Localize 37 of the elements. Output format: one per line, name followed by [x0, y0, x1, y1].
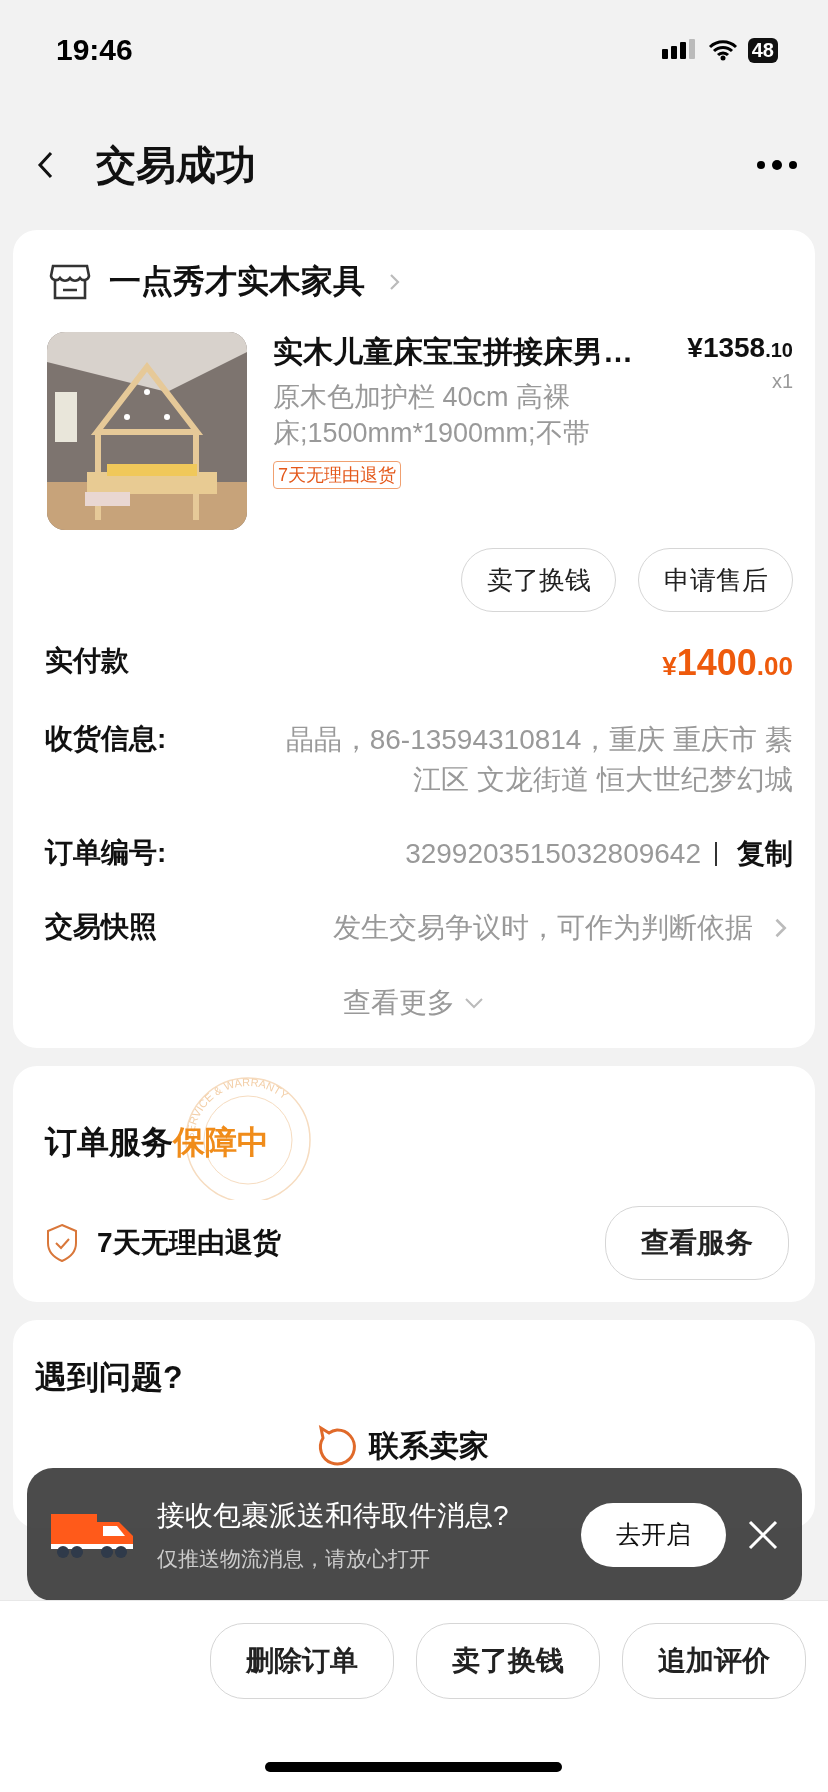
- product-title[interactable]: 实木儿童床宝宝拼接床男…: [273, 332, 662, 373]
- info-label: 收货信息:: [45, 722, 167, 756]
- product-spec: 原木色加护栏 40cm 高裸床;1500mm*1900mm;不带: [273, 381, 591, 450]
- order-action-button[interactable]: 卖了换钱: [416, 1623, 600, 1699]
- close-icon[interactable]: [748, 1519, 778, 1550]
- signal-icon: [661, 39, 698, 61]
- order-action-button[interactable]: 删除订单: [210, 1623, 394, 1699]
- wifi-icon: [707, 39, 738, 61]
- product-price: ¥1358.10: [687, 332, 793, 364]
- view-service-button[interactable]: 查看服务: [605, 1206, 789, 1280]
- enable-button[interactable]: 去开启: [581, 1502, 726, 1567]
- shop-name[interactable]: 一点秀才实木家具: [109, 260, 365, 304]
- info-label: 订单编号:: [45, 836, 167, 870]
- order-number: 3299203515032809642: [405, 837, 701, 871]
- paid-amount: ¥1400.00: [662, 642, 793, 684]
- info-label: 交易快照: [45, 910, 157, 944]
- copy-link[interactable]: 复制: [737, 835, 793, 873]
- shield-check-icon: [45, 1223, 79, 1263]
- more-icon[interactable]: [756, 159, 798, 171]
- product-quantity: x1: [771, 370, 793, 393]
- service-title: 订单服务: [45, 1123, 173, 1162]
- help-title: 遇到问题?: [35, 1359, 183, 1395]
- toast-title: 接收包裹派送和待取件消息?: [157, 1498, 510, 1533]
- page-title: 交易成功: [96, 141, 257, 189]
- return-tag: 7天无理由退货: [273, 461, 401, 489]
- status-time: 19:46: [56, 33, 133, 67]
- battery-level: 48: [747, 37, 778, 63]
- product-action-button[interactable]: 申请售后: [638, 548, 793, 612]
- service-item: 7天无理由退货: [97, 1226, 282, 1260]
- store-icon: [49, 263, 91, 301]
- paid-label: 实付款: [45, 644, 129, 678]
- address-value: 晶晶，86-13594310814，重庆 重庆市 綦江区 文龙街道 恒大世纪梦幻城: [284, 723, 793, 797]
- order-action-button[interactable]: 追加评价: [622, 1623, 806, 1699]
- contact-seller-link[interactable]: 联系卖家: [369, 1425, 489, 1467]
- product-action-button[interactable]: 卖了换钱: [461, 548, 616, 612]
- toast-subtitle: 仅推送物流消息，请放心打开: [157, 1545, 431, 1572]
- chevron-down-icon: [463, 996, 485, 1010]
